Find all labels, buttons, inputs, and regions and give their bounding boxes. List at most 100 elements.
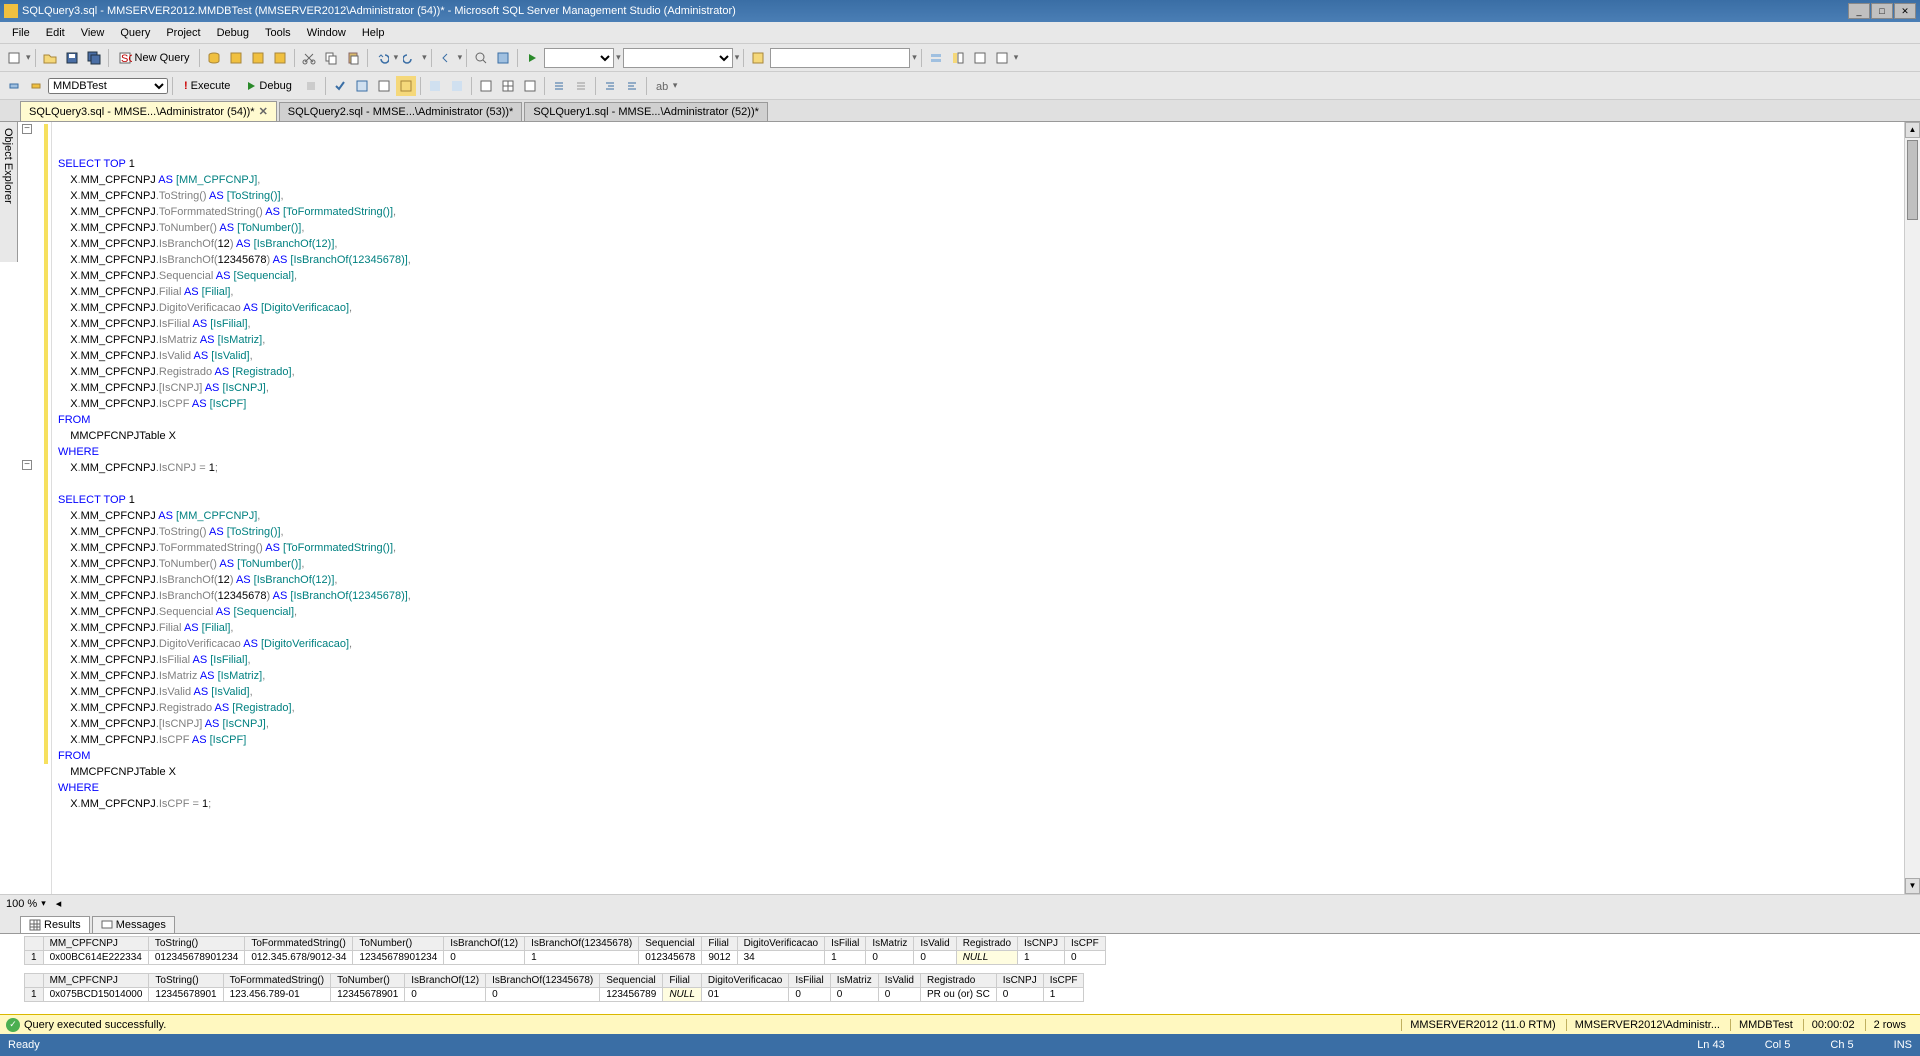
comment-button[interactable]	[549, 76, 569, 96]
column-header[interactable]: Filial	[702, 937, 737, 951]
registered-servers-button[interactable]	[926, 48, 946, 68]
cell[interactable]: 012345678	[639, 951, 702, 965]
cell[interactable]: 0	[789, 988, 830, 1002]
cell[interactable]: 0	[830, 988, 878, 1002]
estimated-plan-button[interactable]	[352, 76, 372, 96]
column-header[interactable]: Sequencial	[600, 974, 663, 988]
new-query-button[interactable]: SQL New Query	[113, 48, 195, 68]
include-stats-button[interactable]	[447, 76, 467, 96]
cell[interactable]: PR ou (or) SC	[921, 988, 997, 1002]
column-header[interactable]: ToFormmatedString()	[245, 937, 353, 951]
menu-project[interactable]: Project	[158, 25, 208, 41]
menu-window[interactable]: Window	[299, 25, 354, 41]
column-header[interactable]: IsBranchOf(12)	[444, 937, 525, 951]
intellisense-button[interactable]	[396, 76, 416, 96]
cell[interactable]: 12345678901	[149, 988, 223, 1002]
undo-button[interactable]	[372, 48, 392, 68]
cell[interactable]: 1	[1043, 988, 1084, 1002]
mdx-query-button[interactable]	[226, 48, 246, 68]
scroll-down-button[interactable]: ▼	[1905, 878, 1920, 894]
cell[interactable]: 123.456.789-01	[223, 988, 330, 1002]
results-text-button[interactable]	[476, 76, 496, 96]
find-button[interactable]	[471, 48, 491, 68]
new-project-button[interactable]	[4, 48, 24, 68]
vertical-scrollbar[interactable]: ▲ ▼	[1904, 122, 1920, 894]
maximize-button[interactable]: □	[1871, 3, 1893, 19]
cell[interactable]: 34	[737, 951, 824, 965]
column-header[interactable]: IsCPF	[1064, 937, 1105, 951]
cell[interactable]: 012.345.678/9012-34	[245, 951, 353, 965]
outdent-button[interactable]	[622, 76, 642, 96]
close-icon[interactable]: ✕	[259, 105, 268, 118]
cell[interactable]: 123456789	[600, 988, 663, 1002]
object-explorer-button[interactable]	[948, 48, 968, 68]
results-grid-button[interactable]	[498, 76, 518, 96]
column-header[interactable]: DigitoVerificacao	[737, 937, 824, 951]
menu-file[interactable]: File	[4, 25, 38, 41]
cell[interactable]: 012345678901234	[148, 951, 244, 965]
results-file-button[interactable]	[520, 76, 540, 96]
tab-query3[interactable]: SQLQuery3.sql - MMSE...\Administrator (5…	[20, 101, 277, 121]
connect-button[interactable]	[4, 76, 24, 96]
cell[interactable]: 0	[405, 988, 486, 1002]
column-header[interactable]: IsBranchOf(12)	[405, 974, 486, 988]
cell[interactable]: 1	[25, 951, 44, 965]
column-header[interactable]: Sequencial	[639, 937, 702, 951]
column-header[interactable]: IsValid	[878, 974, 920, 988]
redo-button[interactable]	[400, 48, 420, 68]
column-header[interactable]: Filial	[663, 974, 702, 988]
column-header[interactable]: DigitoVerificacao	[701, 974, 788, 988]
object-explorer-sidetab[interactable]: Object Explorer	[0, 122, 18, 262]
menu-query[interactable]: Query	[112, 25, 158, 41]
column-header[interactable]: IsBranchOf(12345678)	[486, 974, 600, 988]
column-header[interactable]: Registrado	[921, 974, 997, 988]
cell[interactable]: 0	[444, 951, 525, 965]
results-tab[interactable]: Results	[20, 916, 90, 933]
column-header[interactable]: ToString()	[148, 937, 244, 951]
close-button[interactable]: ✕	[1894, 3, 1916, 19]
column-header[interactable]: ToString()	[149, 974, 223, 988]
cell[interactable]: 01	[701, 988, 788, 1002]
zoom-dropdown-icon[interactable]: ▾	[41, 898, 46, 909]
solution-config-select[interactable]	[623, 48, 733, 68]
copy-button[interactable]	[321, 48, 341, 68]
query-options-button[interactable]	[374, 76, 394, 96]
cell[interactable]: 0x075BCD15014000	[43, 988, 149, 1002]
cell[interactable]: 1	[25, 988, 44, 1002]
menu-help[interactable]: Help	[354, 25, 393, 41]
column-header[interactable]: Registrado	[956, 937, 1017, 951]
save-all-button[interactable]	[84, 48, 104, 68]
include-plan-button[interactable]	[425, 76, 445, 96]
minimize-button[interactable]: _	[1848, 3, 1870, 19]
cell[interactable]: 0	[914, 951, 956, 965]
change-connection-button[interactable]	[26, 76, 46, 96]
db-engine-query-button[interactable]	[204, 48, 224, 68]
scroll-thumb[interactable]	[1907, 140, 1918, 220]
find-in-files-button[interactable]	[748, 48, 768, 68]
messages-tab[interactable]: Messages	[92, 916, 175, 933]
result-grid-2[interactable]: MM_CPFCNPJToString()ToFormmatedString()T…	[24, 973, 1084, 1002]
column-header[interactable]: IsCPF	[1043, 974, 1084, 988]
cell[interactable]: 0	[866, 951, 914, 965]
debug-target-select[interactable]	[544, 48, 614, 68]
tab-query1[interactable]: SQLQuery1.sql - MMSE...\Administrator (5…	[524, 102, 768, 121]
cell[interactable]: NULL	[956, 951, 1017, 965]
menu-view[interactable]: View	[73, 25, 113, 41]
column-header[interactable]: ToNumber()	[353, 937, 444, 951]
column-header[interactable]: IsCNPJ	[1018, 937, 1065, 951]
xmla-query-button[interactable]	[270, 48, 290, 68]
specify-values-button[interactable]: ab	[651, 76, 671, 96]
cancel-query-button[interactable]	[301, 76, 321, 96]
save-button[interactable]	[62, 48, 82, 68]
activity-button[interactable]	[493, 48, 513, 68]
cell[interactable]: 0	[878, 988, 920, 1002]
column-header[interactable]: ToFormmatedString()	[223, 974, 330, 988]
start-debug-button[interactable]	[522, 48, 542, 68]
column-header[interactable]: IsValid	[914, 937, 956, 951]
column-header[interactable]: IsMatriz	[866, 937, 914, 951]
database-select[interactable]: MMDBTest	[48, 78, 168, 94]
parse-button[interactable]	[330, 76, 350, 96]
cut-button[interactable]	[299, 48, 319, 68]
cell[interactable]: 0	[1064, 951, 1105, 965]
menu-tools[interactable]: Tools	[257, 25, 299, 41]
